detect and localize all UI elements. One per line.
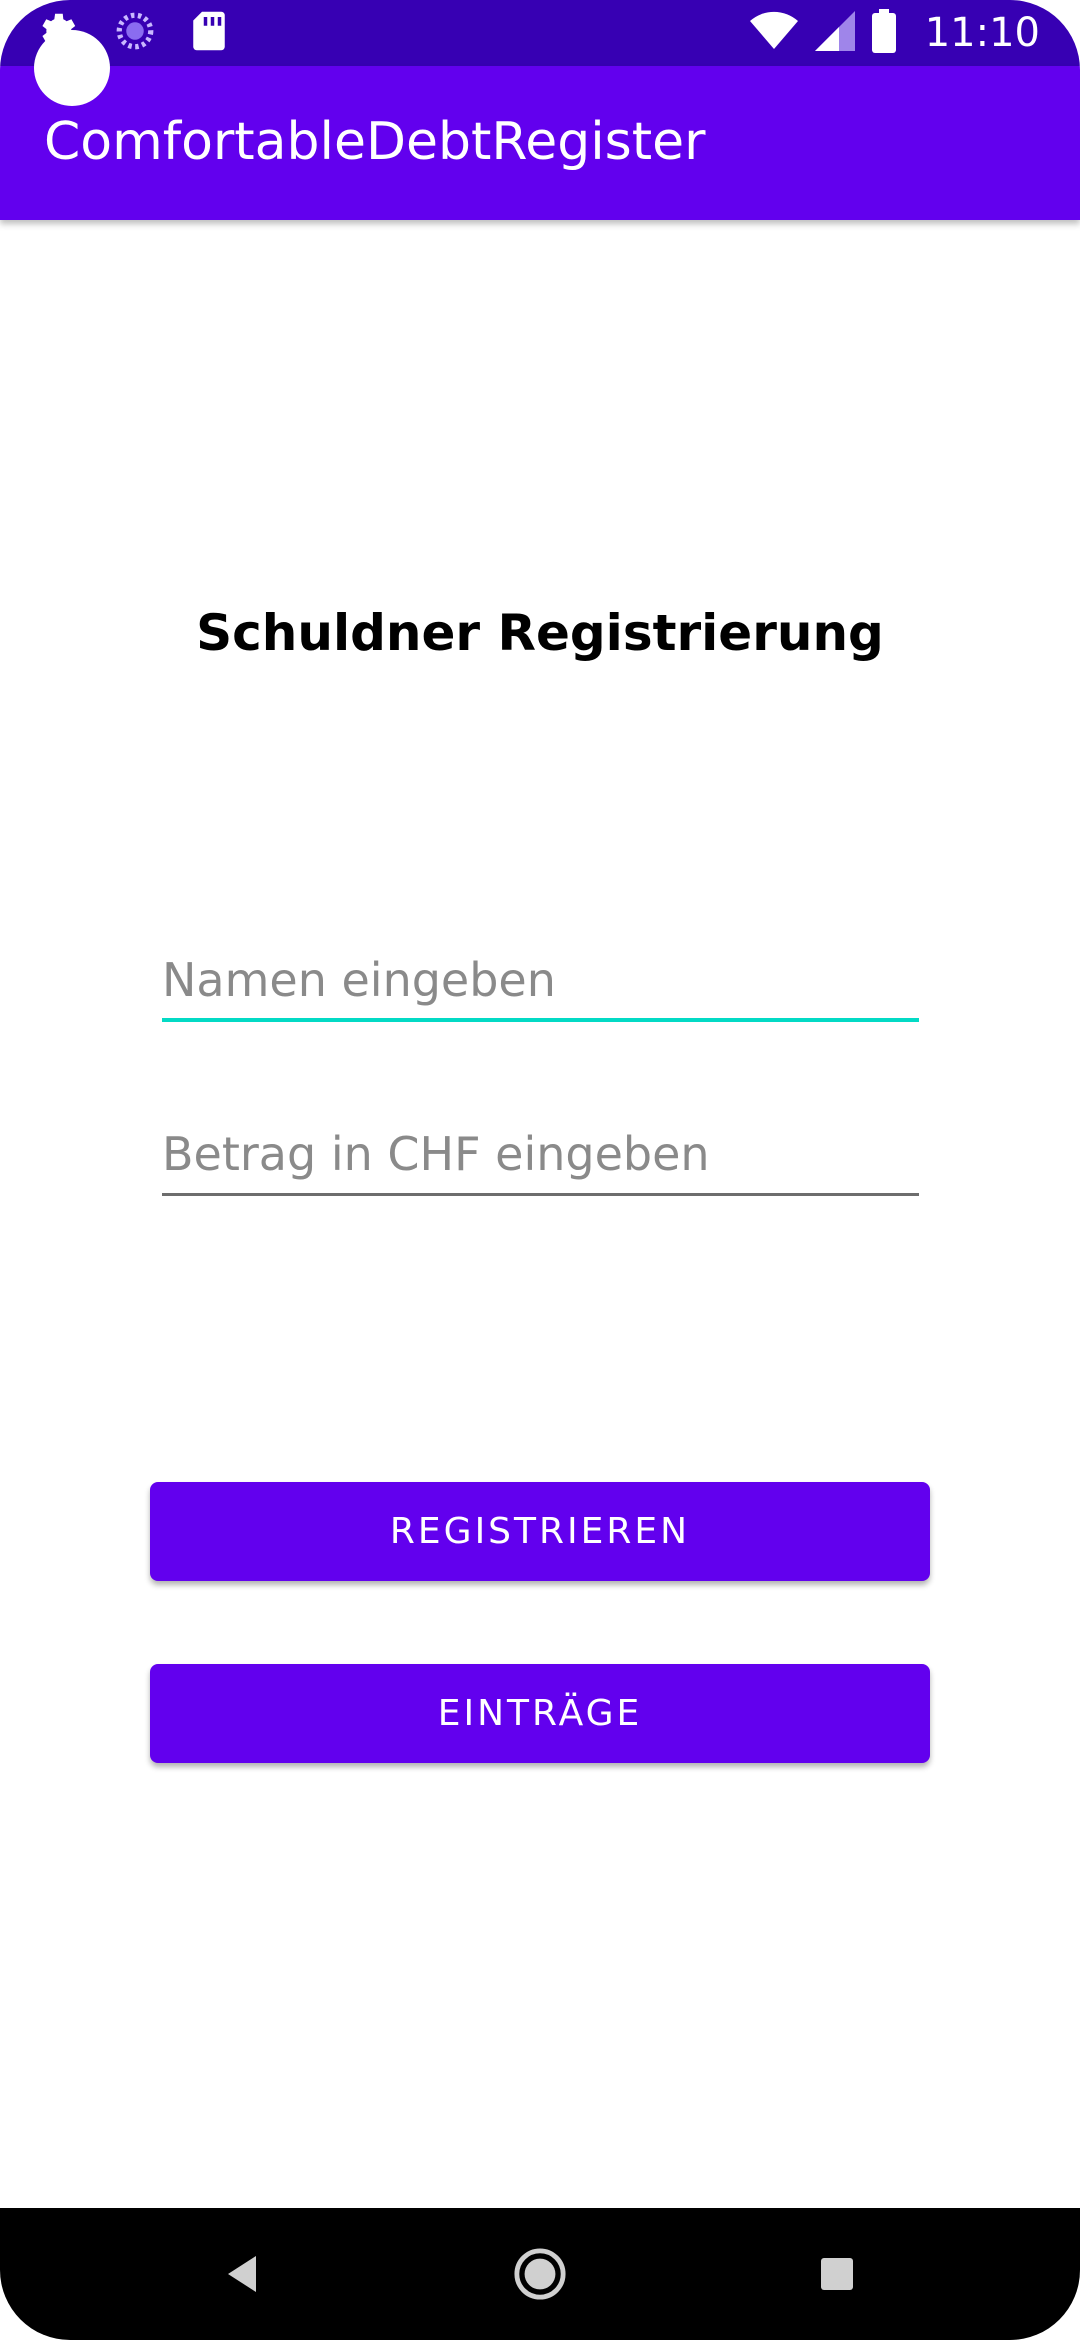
page-title: Schuldner Registrierung bbox=[196, 604, 884, 662]
home-icon[interactable] bbox=[480, 2208, 600, 2340]
register-button[interactable]: REGISTRIEREN bbox=[150, 1482, 930, 1581]
signal-icon bbox=[814, 10, 855, 56]
name-input[interactable] bbox=[162, 942, 919, 1018]
recents-icon[interactable] bbox=[777, 2208, 897, 2340]
camera-cutout bbox=[34, 30, 110, 106]
phone-screen: 11:10 ComfortableDebtRegister Schuldner … bbox=[0, 0, 1080, 2340]
status-bar: 11:10 bbox=[0, 0, 1080, 66]
system-icons: 11:10 bbox=[749, 0, 1040, 66]
name-field[interactable] bbox=[162, 942, 919, 1022]
app-toolbar: ComfortableDebtRegister bbox=[0, 66, 1080, 220]
wifi-icon bbox=[749, 11, 799, 56]
back-icon[interactable] bbox=[182, 2208, 302, 2340]
entries-button[interactable]: EINTRÄGE bbox=[150, 1664, 930, 1763]
amount-field[interactable] bbox=[162, 1116, 919, 1196]
amount-field-underline bbox=[162, 1193, 919, 1196]
sd-card-icon bbox=[190, 10, 228, 57]
status-time: 11:10 bbox=[924, 10, 1040, 56]
battery-icon bbox=[871, 8, 897, 58]
navigation-bar bbox=[0, 2208, 1080, 2340]
sync-icon bbox=[114, 10, 156, 57]
amount-input[interactable] bbox=[162, 1116, 919, 1192]
app-title: ComfortableDebtRegister bbox=[44, 112, 706, 172]
name-field-underline bbox=[162, 1018, 919, 1022]
